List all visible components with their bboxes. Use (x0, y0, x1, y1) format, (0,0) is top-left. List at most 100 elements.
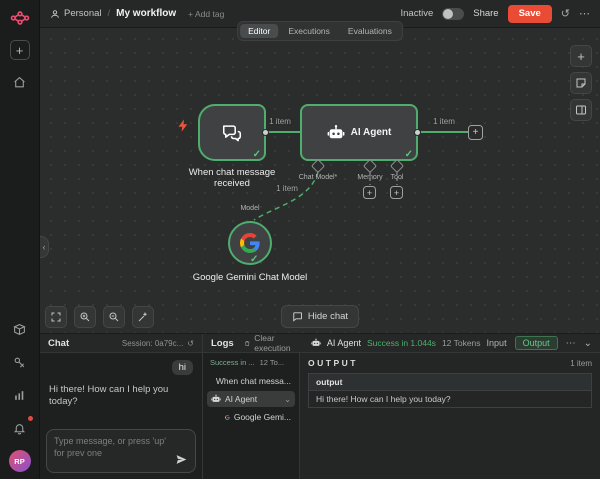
add-workflow-button[interactable]: + (10, 40, 30, 60)
trigger-output-port[interactable] (262, 129, 269, 136)
logs-panel-header: Logs Clear execution AI Agent Success in… (203, 334, 600, 353)
tree-item-ai-agent[interactable]: AI Agent ⌄ (207, 391, 295, 407)
node-ai-agent[interactable]: AI Agent ✓ (300, 104, 418, 161)
person-icon (50, 9, 60, 19)
tool-port[interactable] (390, 159, 404, 173)
left-rail: + RP (0, 0, 40, 479)
tab-evaluations[interactable]: Evaluations (340, 24, 400, 38)
workspace-label: Personal (64, 8, 102, 19)
fit-view-icon (50, 311, 62, 323)
workflow-canvas[interactable]: ‹ ✓ When chat message received 1 item AI… (40, 28, 600, 334)
output-detail: OUTPUT 1 item output Hi there! How can I… (300, 353, 600, 479)
workspace-breadcrumb[interactable]: Personal (50, 8, 102, 19)
tool-port-label: Tool (391, 174, 404, 181)
agent-node-title: AI Agent (351, 127, 392, 138)
zoom-out-button[interactable] (103, 306, 125, 328)
summary-tokens: 12 To... (260, 358, 284, 367)
execution-summary-row: Success in ... 12 To... (207, 356, 295, 371)
trigger-bolt-icon (176, 118, 191, 133)
tree-item-google-gemini[interactable]: Google Gemi... (221, 409, 295, 425)
zoom-out-icon (108, 311, 120, 323)
session-label: Session: 0a79c... (122, 339, 183, 348)
summary-status: Success in ... (210, 358, 255, 367)
workflow-title[interactable]: My workflow (116, 8, 176, 19)
zoom-in-icon (79, 311, 91, 323)
plus-icon: + (577, 49, 585, 64)
chat-bubble-icon (292, 311, 303, 322)
add-tag-button[interactable]: + Add tag (188, 9, 224, 19)
tab-executions[interactable]: Executions (280, 24, 338, 38)
tab-editor[interactable]: Editor (240, 24, 278, 38)
chat-messages: hi Hi there! How can I help you today? (40, 353, 202, 429)
logs-body: Success in ... 12 To... When chat messa.… (203, 353, 600, 479)
share-button[interactable]: Share (473, 8, 498, 19)
send-message-button[interactable] (175, 453, 188, 466)
bot-message: Hi there! How can I help you today? (49, 384, 193, 409)
model-port-label: Model (240, 205, 259, 212)
tree-item-label: AI Agent (225, 394, 257, 404)
more-menu-button[interactable]: ⋯ (579, 7, 590, 20)
edge-items-label: 1 item (267, 117, 293, 126)
toggle-panel-button[interactable] (570, 99, 592, 121)
notifications-button[interactable] (9, 417, 31, 439)
hide-chat-button[interactable]: Hide chat (281, 305, 359, 328)
chevron-down-icon[interactable]: ⌄ (284, 395, 291, 404)
add-memory-button[interactable]: + (363, 186, 376, 199)
clear-execution-button[interactable]: Clear execution (244, 333, 297, 353)
insights-button[interactable] (9, 384, 31, 406)
reset-session-icon[interactable]: ↺ (187, 339, 194, 348)
chat-model-port[interactable] (311, 159, 325, 173)
robot-icon (311, 338, 321, 348)
templates-button[interactable] (9, 318, 31, 340)
trigger-node-label: When chat message received (174, 167, 290, 190)
node-chat-trigger[interactable]: ✓ (198, 104, 266, 161)
output-table: output Hi there! How can I help you toda… (308, 373, 592, 408)
chevron-left-icon: ‹ (43, 242, 46, 252)
user-avatar[interactable]: RP (9, 450, 31, 472)
output-detail-header: OUTPUT 1 item (308, 358, 592, 368)
view-tabs: Editor Executions Evaluations (237, 21, 403, 41)
n8n-app: + RP Personal / My workflow + (0, 0, 600, 479)
chat-session: Session: 0a79c... ↺ (122, 339, 194, 348)
success-check-icon: ✓ (405, 149, 413, 160)
robot-icon (327, 124, 345, 142)
output-tab-button[interactable]: Output (515, 336, 558, 350)
selected-node-name: AI Agent (327, 338, 361, 348)
collapse-panel-button[interactable]: ⌄ (584, 338, 592, 349)
zoom-in-button[interactable] (74, 306, 96, 328)
panel-icon (575, 104, 587, 116)
logs-more-button[interactable]: ⋯ (566, 338, 576, 349)
home-button[interactable] (9, 71, 31, 93)
chat-model-port-label: Chat Model* (299, 174, 338, 181)
plus-icon: + (394, 188, 399, 198)
variables-button[interactable] (9, 351, 31, 373)
trash-icon (244, 339, 251, 348)
robot-icon (211, 394, 221, 404)
chat-message-input[interactable] (54, 435, 172, 467)
history-icon[interactable]: ↺ (561, 7, 570, 20)
box-icon (13, 323, 26, 336)
save-button[interactable]: Save (508, 5, 552, 23)
clear-execution-label: Clear execution (254, 333, 297, 353)
n8n-logo-icon[interactable] (9, 7, 31, 29)
sidebar-collapse-button[interactable]: ‹ (40, 236, 49, 258)
output-column-header: output (309, 374, 592, 391)
input-tab-button[interactable]: Input (487, 338, 507, 348)
memory-port[interactable] (363, 159, 377, 173)
agent-output-port[interactable] (414, 129, 421, 136)
toggle-knob (443, 9, 453, 19)
output-cell-value[interactable]: Hi there! How can I help you today? (309, 391, 592, 408)
canvas-controls (45, 306, 154, 328)
active-toggle[interactable] (442, 8, 464, 20)
tidy-up-button[interactable] (132, 306, 154, 328)
zoom-to-fit-button[interactable] (45, 306, 67, 328)
chat-input-box (46, 429, 196, 473)
add-next-node-button[interactable]: + (468, 125, 483, 140)
add-tool-button[interactable]: + (390, 186, 403, 199)
bottom-panel: Chat Session: 0a79c... ↺ hi Hi there! Ho… (40, 334, 600, 479)
tree-item-chat-trigger[interactable]: When chat messa... (207, 373, 295, 389)
add-node-button[interactable]: + (570, 45, 592, 67)
google-icon (240, 233, 260, 253)
add-sticky-button[interactable] (570, 72, 592, 94)
tree-item-label: Google Gemi... (234, 412, 291, 422)
